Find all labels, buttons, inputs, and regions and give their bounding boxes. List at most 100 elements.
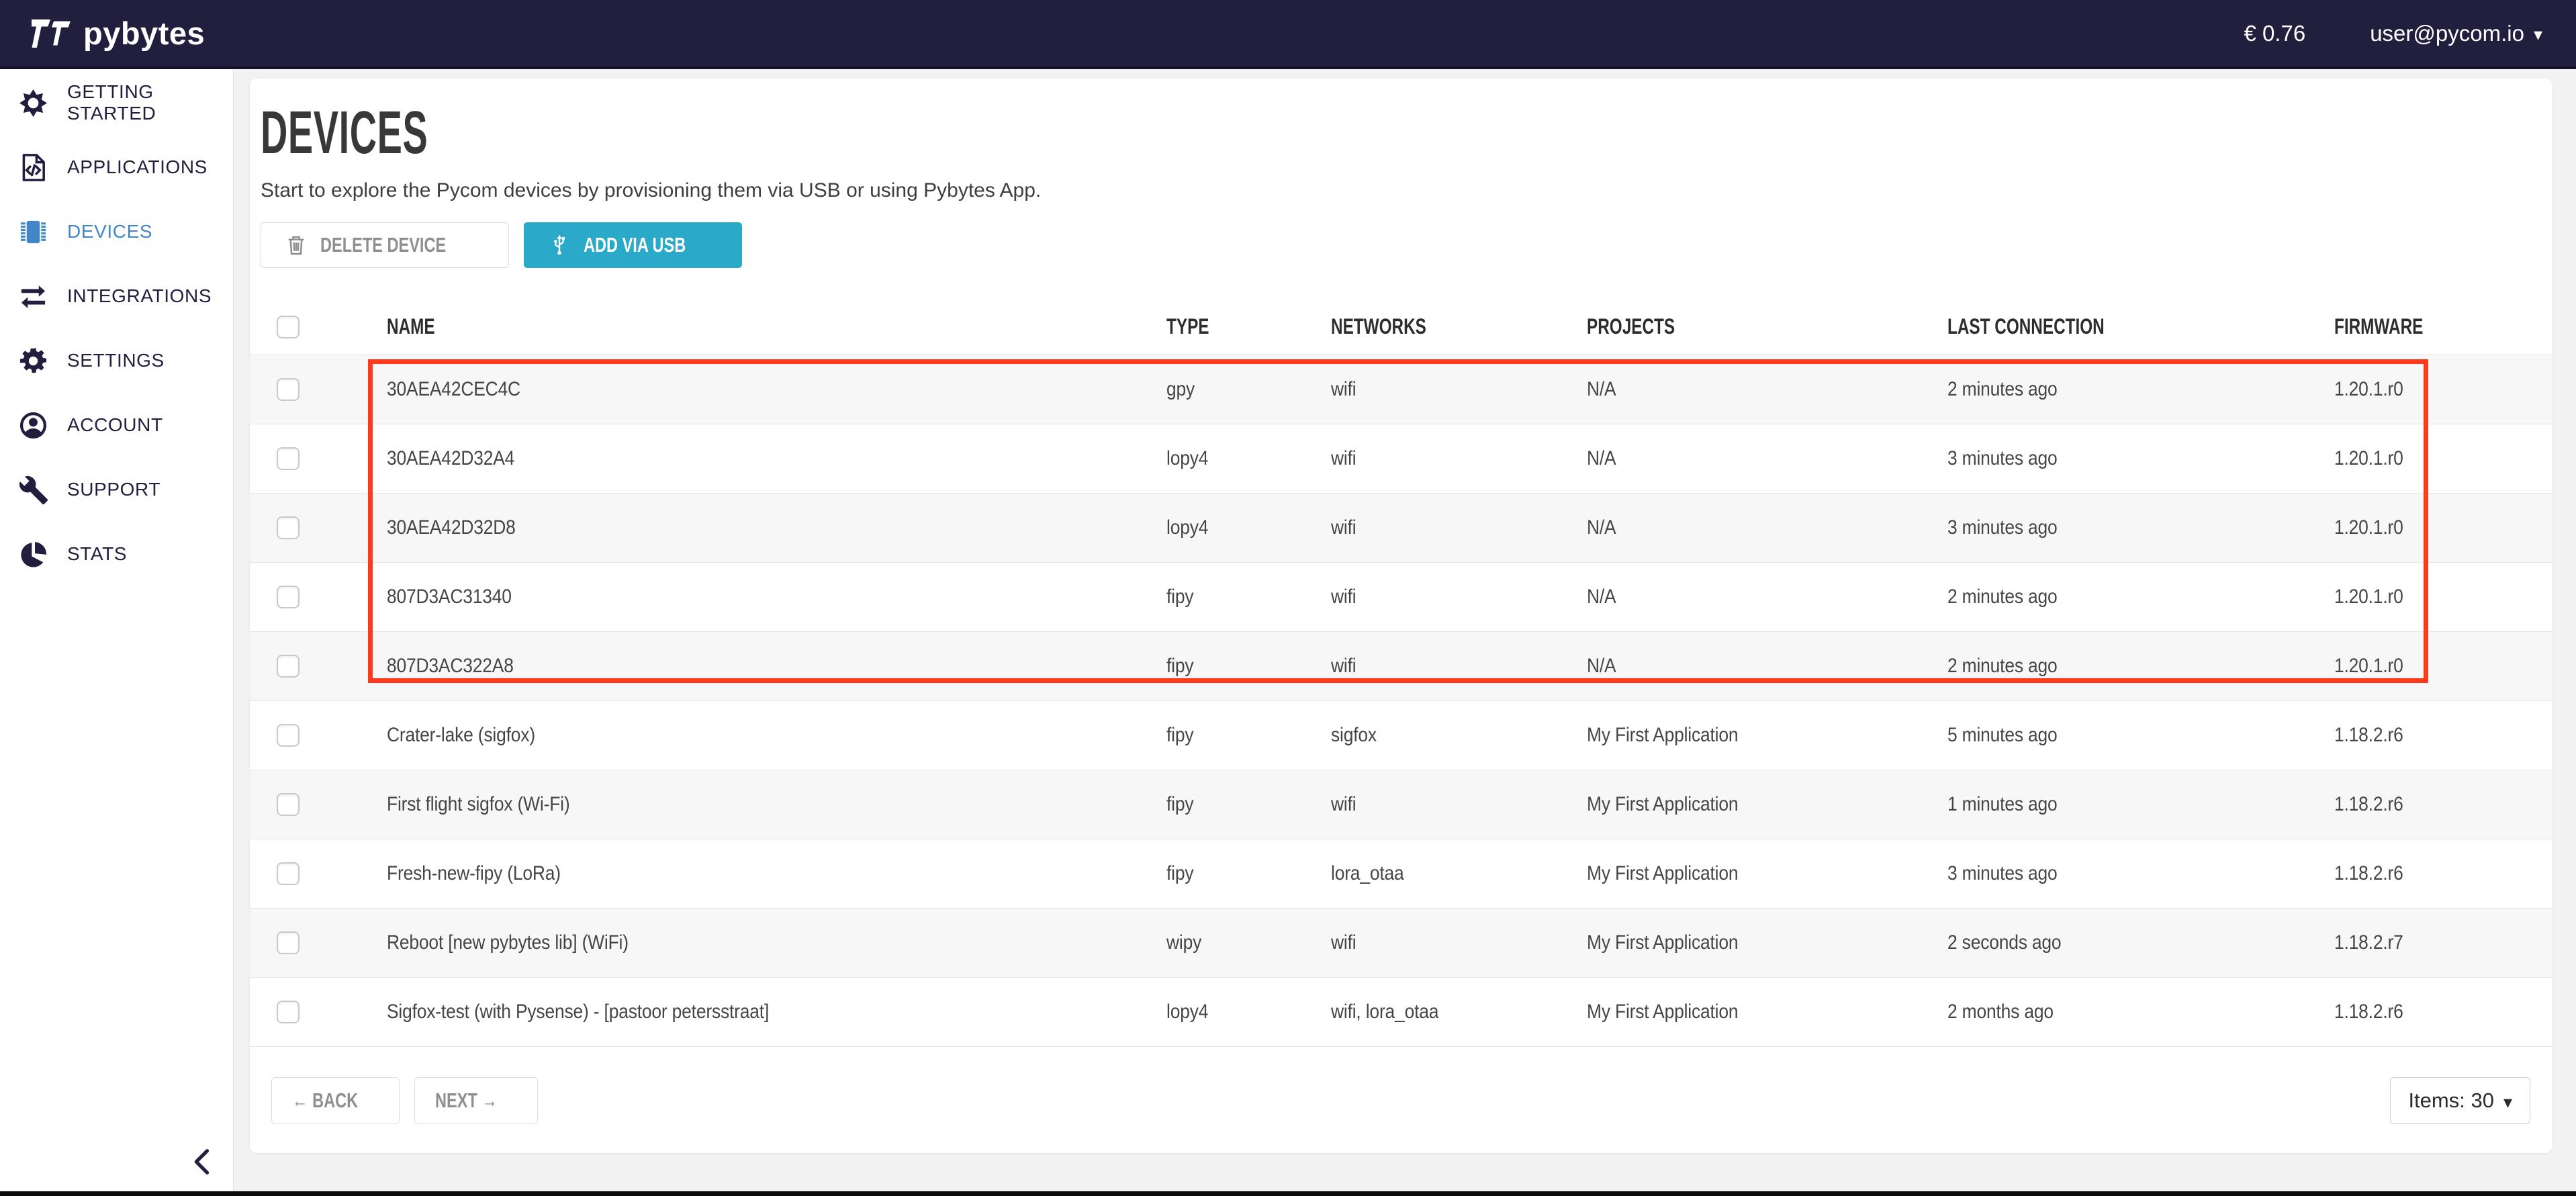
cell-name: First flight sigfox (Wi-Fi): [387, 793, 1166, 816]
sidebar-item-label: GETTING STARTED: [67, 81, 233, 124]
cell-name: Crater-lake (sigfox): [387, 724, 1166, 747]
pagination-bar: ← BACK NEXT → Items: 30 ▾: [271, 1077, 2530, 1124]
column-header-name: NAME: [387, 314, 1166, 339]
column-header-firmware: FIRMWARE: [2334, 314, 2552, 339]
select-all-checkbox[interactable]: [277, 316, 300, 338]
cell-networks: sigfox: [1331, 724, 1587, 747]
top-navbar: pybytes € 0.76 user@pycom.io ▾: [0, 0, 2576, 69]
cell-type: fipy: [1166, 862, 1331, 885]
cell-projects: My First Application: [1587, 1001, 1947, 1023]
cell-type: lopy4: [1166, 1001, 1331, 1023]
wrench-icon: [17, 474, 49, 506]
cell-networks: wifi, lora_otaa: [1331, 1001, 1587, 1023]
cell-last-connection: 3 minutes ago: [1947, 862, 2334, 885]
next-button[interactable]: NEXT →: [414, 1077, 538, 1124]
pybytes-logo[interactable]: pybytes: [31, 15, 205, 52]
chevron-left-icon: [185, 1144, 220, 1179]
column-header-projects: PROJECTS: [1587, 314, 1947, 339]
add-via-usb-button[interactable]: ADD VIA USB: [524, 222, 741, 268]
items-per-page-label: Items: 30: [2408, 1089, 2494, 1113]
page-subtitle: Start to explore the Pycom devices by pr…: [261, 179, 2552, 202]
cell-firmware: 1.18.2.r6: [2334, 862, 2552, 885]
chevron-down-icon: ▾: [2534, 24, 2542, 45]
cell-name: 807D3AC322A8: [387, 655, 1166, 678]
device-row[interactable]: Sigfox-test (with Pysense) - [pastoor pe…: [250, 978, 2552, 1047]
cell-projects: N/A: [1587, 655, 1947, 678]
row-checkbox[interactable]: [277, 862, 300, 885]
user-menu[interactable]: user@pycom.io ▾: [2370, 21, 2542, 46]
cell-projects: N/A: [1587, 586, 1947, 608]
row-checkbox[interactable]: [277, 378, 300, 401]
delete-device-button[interactable]: DELETE DEVICE: [261, 222, 509, 268]
cell-type: lopy4: [1166, 516, 1331, 539]
row-checkbox[interactable]: [277, 447, 300, 470]
devices-card: DEVICES Start to explore the Pycom devic…: [250, 79, 2552, 1153]
sidebar-item-getting-started[interactable]: GETTING STARTED: [0, 71, 233, 135]
items-per-page-dropdown[interactable]: Items: 30 ▾: [2390, 1077, 2530, 1124]
cell-projects: N/A: [1587, 447, 1947, 470]
row-checkbox[interactable]: [277, 586, 300, 608]
cell-networks: wifi: [1331, 655, 1587, 678]
page-title: DEVICES: [261, 104, 1681, 162]
device-row[interactable]: 30AEA42CEC4CgpywifiN/A2 minutes ago1.20.…: [250, 355, 2552, 424]
delete-device-label: DELETE DEVICE: [320, 233, 446, 257]
row-checkbox[interactable]: [277, 655, 300, 678]
chip-icon: [17, 216, 49, 248]
cell-last-connection: 2 minutes ago: [1947, 378, 2334, 401]
cell-firmware: 1.20.1.r0: [2334, 586, 2552, 608]
device-row[interactable]: Crater-lake (sigfox)fipysigfoxMy First A…: [250, 701, 2552, 770]
sidebar-item-integrations[interactable]: INTEGRATIONS: [0, 264, 233, 328]
device-row[interactable]: First flight sigfox (Wi-Fi)fipywifiMy Fi…: [250, 770, 2552, 839]
account-balance: € 0.76: [2244, 21, 2305, 46]
cell-name: Fresh-new-fipy (LoRa): [387, 862, 1166, 885]
sidebar-item-support[interactable]: SUPPORT: [0, 457, 233, 522]
add-via-usb-label: ADD VIA USB: [584, 233, 686, 257]
cell-type: gpy: [1166, 378, 1331, 401]
cell-type: fipy: [1166, 793, 1331, 816]
device-row[interactable]: 30AEA42D32A4lopy4wifiN/A3 minutes ago1.2…: [250, 424, 2552, 494]
sidebar-item-label: ACCOUNT: [67, 414, 163, 436]
sidebar-item-devices[interactable]: DEVICES: [0, 199, 233, 264]
cell-type: fipy: [1166, 655, 1331, 678]
sidebar-item-label: DEVICES: [67, 221, 152, 242]
cell-firmware: 1.18.2.r6: [2334, 1001, 2552, 1023]
row-checkbox[interactable]: [277, 793, 300, 816]
sidebar-collapse-button[interactable]: [185, 1144, 220, 1179]
usb-icon: [547, 233, 571, 257]
user-icon: [17, 410, 49, 441]
cell-firmware: 1.20.1.r0: [2334, 378, 2552, 401]
trash-icon: [284, 233, 308, 257]
device-row[interactable]: 30AEA42D32D8lopy4wifiN/A3 minutes ago1.2…: [250, 494, 2552, 563]
sidebar-item-settings[interactable]: SETTINGS: [0, 328, 233, 393]
sidebar-item-applications[interactable]: APPLICATIONS: [0, 135, 233, 199]
cell-last-connection: 2 minutes ago: [1947, 586, 2334, 608]
row-checkbox[interactable]: [277, 516, 300, 539]
cell-projects: My First Application: [1587, 862, 1947, 885]
cell-projects: N/A: [1587, 378, 1947, 401]
cell-last-connection: 2 months ago: [1947, 1001, 2334, 1023]
cell-name: Reboot [new pybytes lib] (WiFi): [387, 931, 1166, 954]
code-file-icon: [17, 152, 49, 183]
cell-name: 30AEA42D32A4: [387, 447, 1166, 470]
row-checkbox[interactable]: [277, 1001, 300, 1023]
device-row[interactable]: Fresh-new-fipy (LoRa)fipylora_otaaMy Fir…: [250, 839, 2552, 909]
cell-type: fipy: [1166, 586, 1331, 608]
sidebar-item-stats[interactable]: STATS: [0, 522, 233, 586]
swap-arrows-icon: [17, 281, 49, 312]
cell-last-connection: 2 minutes ago: [1947, 655, 2334, 678]
sidebar-item-label: SUPPORT: [67, 479, 160, 500]
cell-firmware: 1.20.1.r0: [2334, 655, 2552, 678]
back-button[interactable]: ← BACK: [271, 1077, 400, 1124]
cell-name: 30AEA42D32D8: [387, 516, 1166, 539]
sidebar-item-account[interactable]: ACCOUNT: [0, 393, 233, 457]
gear-icon: [17, 345, 49, 377]
row-checkbox[interactable]: [277, 724, 300, 747]
device-row[interactable]: 807D3AC322A8fipywifiN/A2 minutes ago1.20…: [250, 632, 2552, 701]
row-checkbox[interactable]: [277, 931, 300, 954]
cell-firmware: 1.20.1.r0: [2334, 447, 2552, 470]
pycom-logo-icon: [31, 18, 74, 49]
user-email: user@pycom.io: [2370, 21, 2524, 46]
cell-networks: wifi: [1331, 586, 1587, 608]
device-row[interactable]: 807D3AC31340fipywifiN/A2 minutes ago1.20…: [250, 563, 2552, 632]
device-row[interactable]: Reboot [new pybytes lib] (WiFi)wipywifiM…: [250, 909, 2552, 978]
